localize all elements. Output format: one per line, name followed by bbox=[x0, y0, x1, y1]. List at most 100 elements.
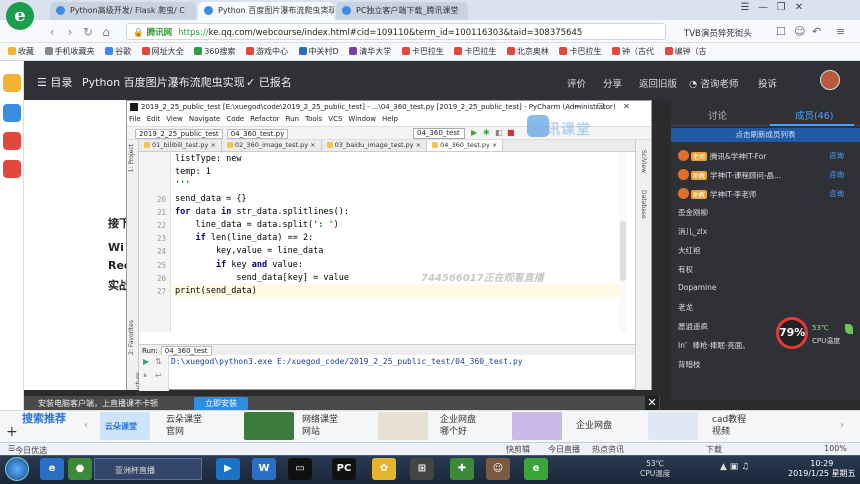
ie-icon[interactable]: e bbox=[40, 458, 64, 480]
pycharm-icon[interactable]: PC bbox=[332, 458, 356, 480]
clock[interactable]: 10:29 2019/1/25 星期五 bbox=[788, 459, 856, 479]
app-icon[interactable]: ⊞ bbox=[410, 458, 434, 480]
editor-tab-active[interactable]: 04_360_test.py × bbox=[427, 140, 504, 151]
status-link[interactable]: 快剪辑 bbox=[506, 444, 530, 455]
menu-file[interactable]: File bbox=[129, 115, 141, 123]
bookmark-item[interactable]: 中关村D bbox=[298, 46, 339, 57]
install-button[interactable]: 立即安装 bbox=[194, 397, 248, 410]
media-icon[interactable]: ▶ bbox=[216, 458, 240, 480]
tray-icons[interactable]: ▲ ▣ ♫ bbox=[720, 462, 749, 472]
bookmark-item[interactable]: 360搜索 bbox=[194, 46, 235, 57]
app-icon[interactable] bbox=[3, 160, 21, 178]
member-row[interactable]: Dopamine bbox=[678, 283, 716, 292]
menu-edit[interactable]: Edit bbox=[147, 115, 161, 123]
member-row[interactable]: 消儿_zlx bbox=[678, 226, 707, 237]
run-icon[interactable]: ▶ bbox=[471, 128, 477, 137]
bookmark-item[interactable]: 手机收藏夹 bbox=[44, 46, 95, 57]
user-icon[interactable]: ☺ bbox=[794, 25, 805, 38]
bookmark-item[interactable]: 网址大全 bbox=[141, 46, 184, 57]
close-banner-icon[interactable]: ✕ bbox=[645, 396, 659, 410]
ad-image-cloud[interactable]: 云朵课堂 bbox=[100, 412, 150, 440]
review-link[interactable]: 评价 bbox=[567, 76, 586, 90]
bookmark-item[interactable]: 北京奥林 bbox=[506, 46, 549, 57]
browser-360-icon[interactable]: e bbox=[524, 458, 548, 480]
news-ticker[interactable]: TVB演员猝死街头 bbox=[684, 27, 752, 39]
bookmark-item[interactable]: 谷歌 bbox=[105, 46, 131, 57]
database-tool-tab[interactable]: Database bbox=[640, 190, 647, 219]
member-row[interactable]: 老龙 bbox=[678, 302, 693, 313]
favorites-tool-tab[interactable]: 2: Favorites bbox=[128, 320, 135, 355]
refresh-members-button[interactable]: 点击刷新成员列表 bbox=[671, 128, 860, 142]
menu-navigate[interactable]: Navigate bbox=[189, 115, 220, 123]
back-icon[interactable]: ‹ bbox=[44, 24, 60, 40]
member-row[interactable]: 助教 学神IT-李老师 bbox=[678, 188, 756, 200]
weibo-icon[interactable] bbox=[3, 132, 21, 150]
menu-run[interactable]: Run bbox=[286, 115, 299, 123]
ad-image[interactable] bbox=[512, 412, 562, 440]
zoom-level[interactable]: 100% bbox=[824, 444, 847, 453]
bookmark-item[interactable]: 卡巴拉生 bbox=[559, 46, 601, 57]
editor-tab[interactable]: 03_baidu_image_test.py × bbox=[322, 140, 428, 151]
app-icon[interactable]: ✿ bbox=[372, 458, 396, 480]
taskbar-window[interactable]: 亚洲杯直播 bbox=[94, 458, 202, 480]
menu-dots-icon[interactable]: ≡ bbox=[836, 25, 845, 38]
catalog-button[interactable]: ☰ 目录 bbox=[37, 74, 72, 90]
avatar[interactable] bbox=[820, 70, 840, 90]
ad-image[interactable] bbox=[378, 412, 428, 440]
run-config-select[interactable]: 04_360_test bbox=[413, 128, 465, 139]
undo-icon[interactable]: ↶ bbox=[812, 25, 821, 38]
bookmark-item[interactable]: 收藏 bbox=[8, 46, 34, 57]
app-icon[interactable]: ✚ bbox=[450, 458, 474, 480]
old-version-link[interactable]: 返回旧版 bbox=[639, 76, 677, 90]
editor-scroll-thumb[interactable] bbox=[620, 221, 626, 281]
browser-tab[interactable]: Python高级开发/ Flask 爬虫/ C bbox=[50, 2, 196, 20]
member-row[interactable]: 助教 学神IT-课程顾问-晶... bbox=[678, 169, 781, 181]
member-row[interactable]: 愿逍遥疯 bbox=[678, 321, 708, 332]
ask-teacher-link[interactable]: ◔ 咨询老师 bbox=[689, 76, 738, 90]
extension-icon[interactable]: ☐ bbox=[776, 25, 786, 38]
menu-icon[interactable]: ☰ bbox=[736, 2, 754, 13]
tab-close-icon[interactable]: ✕ bbox=[322, 5, 329, 14]
editor-tab[interactable]: 02_360_image_test.py × bbox=[222, 140, 322, 151]
pause-icon[interactable]: ⏸ bbox=[143, 371, 147, 381]
coverage-icon[interactable]: ◧ bbox=[495, 128, 503, 137]
ask-member-link[interactable]: 咨询 bbox=[829, 188, 844, 199]
ad-item[interactable]: 企业网盘 哪个好 bbox=[440, 414, 476, 438]
url-field[interactable]: 🔒 腾讯网 https://ke.qq.com/webcourse/index.ht… bbox=[126, 23, 666, 40]
breadcrumb-file[interactable]: 04_360_test.py bbox=[226, 129, 289, 139]
prev-icon[interactable]: ‹ bbox=[84, 420, 88, 431]
bookmark-item[interactable]: 游戏中心 bbox=[246, 46, 288, 57]
user-app-icon[interactable]: ☺ bbox=[486, 458, 510, 480]
bookmark-item[interactable]: 卡巴拉生 bbox=[401, 46, 444, 57]
complain-link[interactable]: 投诉 bbox=[758, 76, 777, 90]
bookmark-item[interactable]: 钟（古代 bbox=[612, 46, 654, 57]
wrap-icon[interactable]: ↩ bbox=[155, 371, 162, 380]
status-link[interactable]: 今日直播 bbox=[548, 444, 580, 455]
bookmark-item[interactable]: 编钟（古 bbox=[664, 46, 707, 57]
ad-item[interactable]: 云朵课堂 官网 bbox=[166, 414, 202, 438]
editor-tab[interactable]: 01_bilibili_test.py × bbox=[139, 140, 222, 151]
minimize-button[interactable]: — bbox=[573, 102, 581, 111]
notes-icon[interactable] bbox=[3, 104, 21, 122]
home-icon[interactable]: ⌂ bbox=[98, 24, 114, 40]
share-link[interactable]: 分享 bbox=[603, 76, 622, 90]
ad-image[interactable] bbox=[244, 412, 294, 440]
member-row[interactable]: 有权 bbox=[678, 264, 693, 275]
favorites-icon[interactable] bbox=[3, 74, 21, 92]
next-icon[interactable]: › bbox=[840, 420, 844, 431]
forward-icon[interactable]: › bbox=[62, 24, 78, 40]
menu-view[interactable]: View bbox=[166, 115, 183, 123]
ad-item[interactable]: cad教程 视频 bbox=[712, 414, 746, 438]
ask-member-link[interactable]: 咨询 bbox=[829, 150, 844, 161]
bookmark-item[interactable]: 卡巴拉生 bbox=[454, 46, 496, 57]
member-row[interactable]: 背暗枝 bbox=[678, 359, 701, 370]
pin-icon[interactable]: ⇅ bbox=[155, 357, 162, 366]
word-icon[interactable]: W bbox=[252, 458, 276, 480]
tab-members[interactable]: 成员(46) bbox=[795, 108, 834, 122]
ask-member-link[interactable]: 咨询 bbox=[829, 169, 844, 180]
project-tool-tab[interactable]: 1: Project bbox=[128, 144, 135, 172]
rerun-icon[interactable]: ▶ bbox=[143, 357, 149, 366]
start-button[interactable] bbox=[5, 457, 29, 481]
plus-icon[interactable]: + bbox=[6, 424, 18, 440]
sciview-tool-tab[interactable]: SciView bbox=[640, 150, 647, 173]
